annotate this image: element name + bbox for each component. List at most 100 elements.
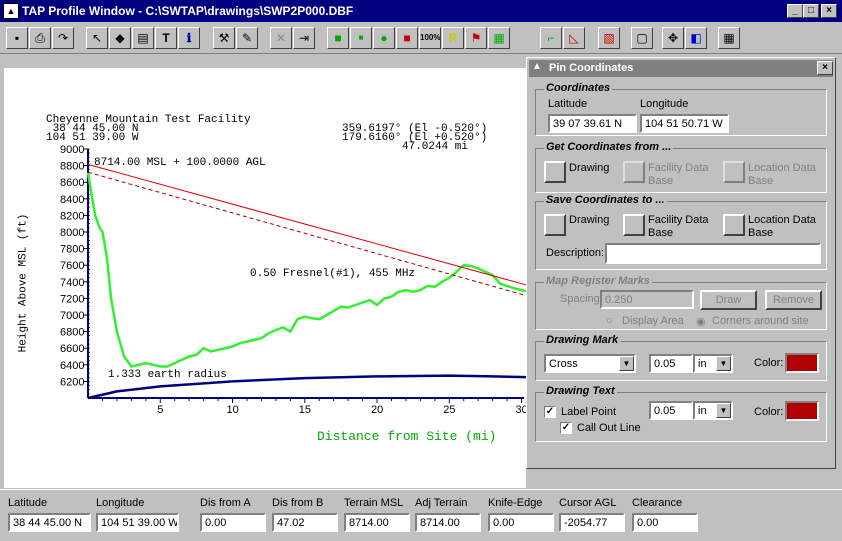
text-icon[interactable]: T — [155, 27, 177, 49]
status-label: Clearance — [632, 497, 683, 509]
status-label: Adj Terrain — [415, 497, 468, 509]
app-icon: ▲ — [3, 3, 19, 19]
mark-size-field[interactable]: 0.05 — [649, 354, 693, 373]
fill-icon[interactable]: ◆ — [109, 27, 131, 49]
clipboard-icon[interactable]: ▤ — [132, 27, 154, 49]
layers-icon[interactable]: ◧ — [685, 27, 707, 49]
mark-unit-select[interactable]: in ▼ — [693, 354, 733, 373]
panel-close-button[interactable]: × — [817, 61, 833, 75]
save-facility-label: Facility Data Base — [648, 214, 709, 239]
hatch-icon[interactable]: ▧ — [598, 27, 620, 49]
line-chart-icon[interactable]: ⌐ — [540, 27, 562, 49]
status-label: Latitude — [8, 497, 48, 509]
chevron-down-icon: ▼ — [716, 403, 731, 418]
y-tick-label: 7400 — [60, 277, 84, 289]
info-icon[interactable]: ℹ — [178, 27, 200, 49]
status-field[interactable]: 47.02 — [272, 513, 338, 532]
window-title: TAP Profile Window - C:\SWTAP\drawings\S… — [22, 4, 354, 18]
spacing-label: Spacing: — [560, 293, 603, 305]
close-button[interactable]: × — [821, 4, 837, 18]
longitude-field[interactable]: 104 51 50.71 W — [640, 114, 729, 133]
save-location-label: Location Data Base — [748, 214, 816, 239]
coordinates-group-title: Coordinates — [544, 82, 613, 94]
status-label: Dis from B — [272, 497, 324, 509]
page-icon[interactable]: ▢ — [631, 27, 653, 49]
status-field[interactable]: 0.00 — [200, 513, 266, 532]
status-field[interactable]: 104 51 39.00 W — [96, 513, 179, 532]
description-field[interactable] — [605, 243, 821, 264]
y-tick-label: 9000 — [60, 144, 84, 156]
remove-button[interactable]: Remove — [765, 290, 822, 310]
y-tick-label: 6600 — [60, 343, 84, 355]
text-size-field[interactable]: 0.05 — [649, 401, 693, 420]
delete-icon[interactable]: ✕ — [270, 27, 292, 49]
x-tick-label: 30 — [516, 404, 526, 416]
y-tick-label: 7600 — [60, 260, 84, 272]
x-tick-label: 20 — [371, 404, 383, 416]
earth-radius-label: 1.333 earth radius — [108, 369, 227, 381]
get-drawing-label: Drawing — [569, 162, 610, 174]
table-icon[interactable]: ▦ — [718, 27, 740, 49]
flag-icon[interactable]: ⚑ — [465, 27, 487, 49]
save-coordinates-group: Save Coordinates to ... Drawing Facility… — [535, 194, 827, 270]
mark-type-select[interactable]: Cross ▼ — [544, 354, 636, 373]
status-field[interactable]: 8714.00 — [344, 513, 410, 532]
antenna-label: 8714.00 MSL + 100.0000 AGL — [94, 157, 266, 169]
corners-radio[interactable]: ◉ — [696, 315, 706, 328]
mark-color-swatch[interactable] — [785, 353, 819, 373]
mark-unit-value: in — [698, 358, 707, 370]
green-square-icon[interactable]: ■ — [327, 27, 349, 49]
pointer-icon[interactable]: ↖ — [86, 27, 108, 49]
longitude-label: Longitude — [640, 98, 689, 110]
y-axis-title: Height Above MSL (ft) — [17, 213, 30, 353]
save-location-button[interactable] — [723, 214, 745, 236]
pin-icon[interactable]: ● — [373, 27, 395, 49]
text-unit-select[interactable]: in ▼ — [693, 401, 733, 420]
profile-plot[interactable]: Cheyenne Mountain Test Facility 38 44 45… — [4, 68, 526, 488]
y-tick-label: 8600 — [60, 177, 84, 189]
save-drawing-button[interactable] — [544, 214, 566, 236]
export-icon[interactable]: ⇥ — [293, 27, 315, 49]
save-icon[interactable]: ▪ — [6, 27, 28, 49]
maximize-button[interactable]: □ — [803, 4, 819, 18]
status-field[interactable]: -2054.77 — [559, 513, 625, 532]
label-point-checkbox[interactable]: ✓ — [544, 406, 556, 418]
redo-icon[interactable]: ↷ — [52, 27, 74, 49]
red-square-icon[interactable]: ■ — [396, 27, 418, 49]
get-location-button[interactable] — [723, 161, 745, 183]
display-area-radio[interactable]: ○ — [606, 315, 613, 327]
ruler-icon[interactable]: R — [442, 27, 464, 49]
latitude-field[interactable]: 39 07 39.61 N — [548, 114, 637, 133]
status-field[interactable]: 8714.00 — [415, 513, 481, 532]
area-chart-icon[interactable]: ◺ — [563, 27, 585, 49]
y-tick-label: 6400 — [60, 360, 84, 372]
callout-checkbox[interactable]: ✓ — [560, 422, 572, 434]
save-facility-button[interactable] — [623, 214, 645, 236]
status-field[interactable]: 38 44 45.00 N — [8, 513, 91, 532]
pin-coordinates-panel: ▲ Pin Coordinates × Coordinates Latitude… — [526, 57, 836, 469]
get-facility-button[interactable] — [623, 161, 645, 183]
tools-icon[interactable]: ✎ — [236, 27, 258, 49]
move-icon[interactable]: ✥ — [662, 27, 684, 49]
print-icon[interactable]: ⎙ — [29, 27, 51, 49]
y-tick-label: 6200 — [60, 376, 84, 388]
save-drawing-label: Drawing — [569, 214, 610, 226]
status-label: Dis from A — [200, 497, 251, 509]
wrench-icon[interactable]: ⚒ — [213, 27, 235, 49]
spacing-field[interactable]: 0.250 — [600, 290, 694, 309]
get-drawing-button[interactable] — [544, 161, 566, 183]
status-field[interactable]: 0.00 — [488, 513, 554, 532]
grid-icon[interactable]: ▦ — [488, 27, 510, 49]
draw-button[interactable]: Draw — [700, 290, 757, 310]
drawing-mark-group: Drawing Mark Cross ▼ 0.05 in ▼ Color: — [535, 334, 827, 381]
minimize-button[interactable]: _ — [787, 4, 803, 18]
latitude-label: Latitude — [548, 98, 588, 110]
status-field[interactable]: 0.00 — [632, 513, 698, 532]
status-bar: Latitude 38 44 45.00 N Longitude 104 51 39.… — [0, 489, 842, 541]
get-location-label: Location Data Base — [748, 162, 816, 187]
small-square-icon[interactable]: ■ — [350, 27, 372, 49]
zoom-100-icon[interactable]: 100% — [419, 27, 441, 49]
text-color-swatch[interactable] — [785, 401, 819, 421]
status-label: Knife-Edge — [488, 497, 543, 509]
y-tick-label: 7200 — [60, 293, 84, 305]
